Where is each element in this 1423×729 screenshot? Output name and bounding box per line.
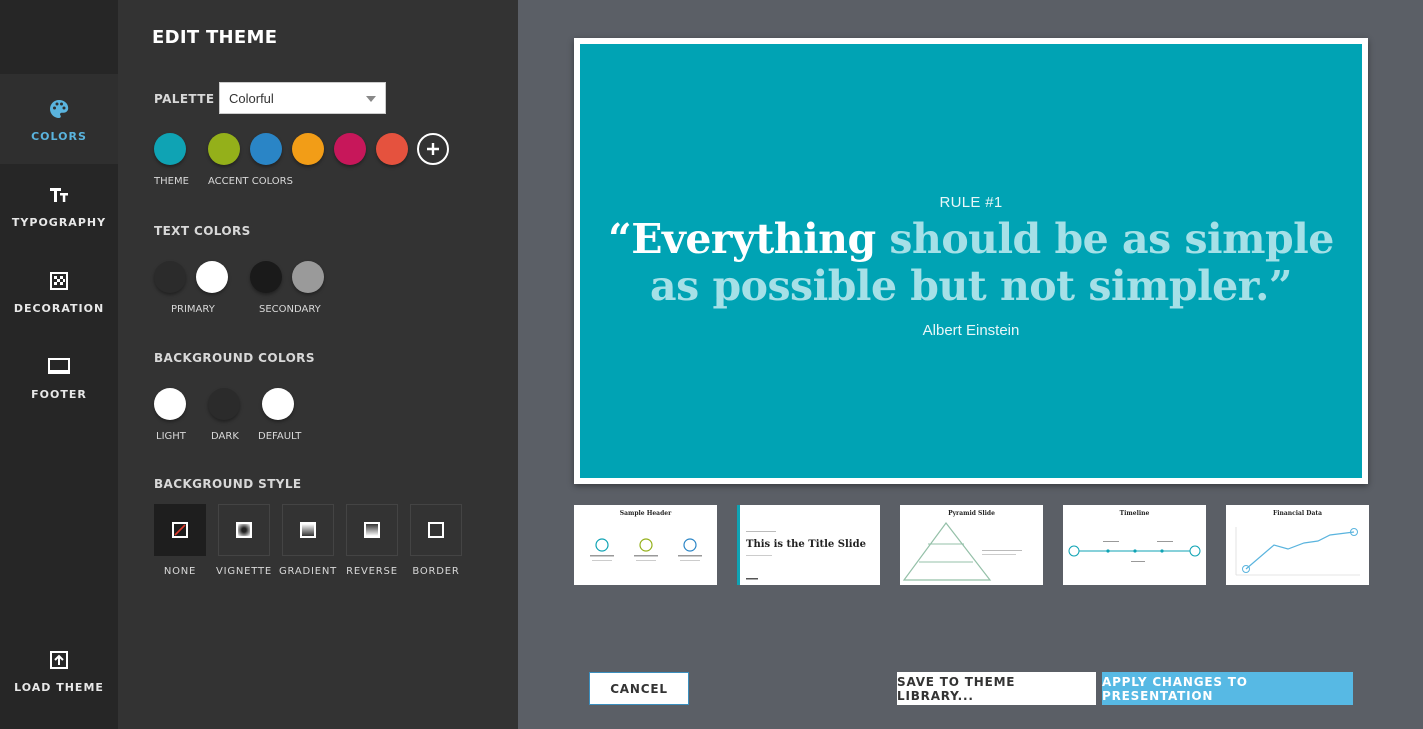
slide-rule-text: RULE #1 [939,194,1003,211]
background-colors-label: BACKGROUND COLORS [154,351,315,365]
accent-color-swatch[interactable] [334,133,366,165]
nav-label: TYPOGRAPHY [11,215,107,229]
bg-style-label: BORDER [412,566,460,577]
nav-label: DECORATION [13,301,105,315]
slide-thumbnail[interactable]: Timeline [1063,505,1206,585]
default-label: DEFAULT [258,431,302,442]
slide-thumbnail[interactable]: Pyramid Slide [900,505,1043,585]
thumbnail-graphic [902,522,1022,581]
nav-label: FOOTER [31,387,87,401]
slide-author: Albert Einstein [922,322,1020,339]
palette-select-value: Colorful [229,90,274,106]
slide-thumbnail[interactable]: Sample Header [574,505,717,585]
bg-style-reverse-option[interactable] [346,504,398,556]
slide-canvas: RULE #1 “Everything should be as simple … [580,44,1362,478]
monitor-icon [46,354,72,380]
bg-style-vignette-option[interactable] [218,504,270,556]
accent-color-swatch[interactable] [376,133,408,165]
quote-open-mark: “ [608,215,632,263]
apply-changes-button[interactable]: APPLY CHANGES TO PRESENTATION [1102,672,1353,705]
nav-label: LOAD THEME [14,680,104,694]
chevron-down-icon [366,96,376,102]
thumbnail-graphic [1235,527,1360,576]
text-colors-label: TEXT COLORS [154,224,251,238]
palette-icon [46,96,72,122]
panel-title: EDIT THEME [152,27,278,48]
upload-icon [46,647,72,673]
secondary-text-color-swatch[interactable] [250,261,282,293]
bg-style-border-option[interactable] [410,504,462,556]
thumbnail-graphic [746,531,776,580]
nav-item-decoration[interactable]: DECORATION [0,246,118,336]
accent-color-swatch[interactable] [250,133,282,165]
reverse-style-icon [364,522,380,538]
cancel-button[interactable]: CANCEL [589,672,689,705]
nav-label: COLORS [31,129,87,143]
primary-text-color-swatch[interactable] [196,261,228,293]
dark-background-swatch[interactable] [208,388,240,420]
slide-thumbnail[interactable]: Financial Data [1226,505,1369,585]
bg-style-label: REVERSE [346,566,398,577]
palette-label: PALETTE [154,92,215,106]
accent-swatch-label: ACCENT COLORS [208,176,293,187]
nav-item-footer[interactable]: FOOTER [0,332,118,422]
nav-item-colors[interactable]: COLORS [0,74,118,164]
none-style-icon [172,522,188,538]
primary-text-color-swatch[interactable] [154,261,186,293]
accent-color-swatch[interactable] [292,133,324,165]
default-background-swatch[interactable] [262,388,294,420]
plus-icon [427,143,439,155]
dark-label: DARK [211,431,239,442]
secondary-label: SECONDARY [259,304,321,315]
bg-style-gradient-option[interactable] [282,504,334,556]
background-style-label: BACKGROUND STYLE [154,477,302,491]
pattern-icon [46,268,72,294]
save-to-theme-library-button[interactable]: SAVE TO THEME LIBRARY... [897,672,1096,705]
slide-quote: “Everything should be as simple as possi… [580,216,1362,310]
side-nav: COLORS TYPOGRAPHY DECORATION FOOTER LOAD… [0,0,118,729]
quote-close-mark: ” [1268,262,1293,310]
palette-select[interactable]: Colorful [219,82,386,114]
text-size-icon [46,182,72,208]
light-label: LIGHT [156,431,186,442]
primary-label: PRIMARY [171,304,215,315]
theme-color-swatch[interactable] [154,133,186,165]
light-background-swatch[interactable] [154,388,186,420]
secondary-text-color-swatch[interactable] [292,261,324,293]
bg-style-label: GRADIENT [278,566,338,577]
nav-item-typography[interactable]: TYPOGRAPHY [0,160,118,250]
border-style-icon [428,522,444,538]
edit-theme-panel: EDIT THEME PALETTE Colorful THEME ACCENT… [118,0,518,729]
slide-thumbnail[interactable]: This is the Title Slide [737,505,880,585]
add-color-button[interactable] [417,133,449,165]
bg-style-label: NONE [163,566,197,577]
gradient-style-icon [300,522,316,538]
quote-highlight: Everything [631,215,876,263]
main-slide-preview: RULE #1 “Everything should be as simple … [574,38,1368,484]
theme-swatch-label: THEME [154,176,189,187]
thumbnail-graphic [1068,541,1201,562]
vignette-style-icon [236,522,252,538]
load-theme-button[interactable]: LOAD THEME [0,625,118,715]
thumbnail-graphic [590,538,702,561]
bg-style-none-option[interactable] [154,504,206,556]
bg-style-label: VIGNETTE [215,566,273,577]
accent-color-swatch[interactable] [208,133,240,165]
